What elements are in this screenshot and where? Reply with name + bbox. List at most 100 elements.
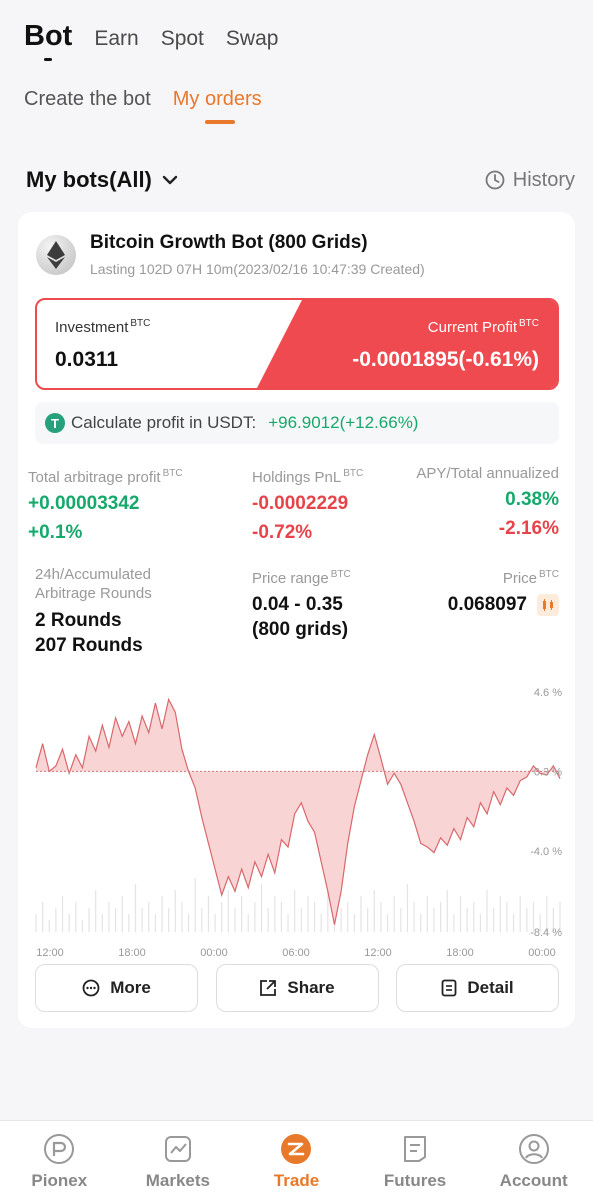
stat-value: +0.00003342 bbox=[28, 493, 140, 514]
usdt-value: +96.9012(+12.66%) bbox=[268, 413, 419, 432]
profit-panel-bg bbox=[257, 300, 557, 388]
stat-value: 2 Rounds bbox=[35, 610, 122, 631]
volume-bar bbox=[42, 902, 44, 932]
more-button[interactable]: More bbox=[35, 964, 198, 1012]
nav-label: Futures bbox=[383, 1171, 447, 1190]
investment-value: 0.0311 bbox=[55, 348, 119, 371]
nav-pionex[interactable]: Pionex bbox=[0, 1121, 119, 1200]
volume-bar bbox=[466, 908, 468, 932]
stat-price-range: Price range BTC 0.04 - 0.35 (800 grids) bbox=[252, 565, 351, 641]
tab-earn[interactable]: Earn bbox=[94, 27, 138, 51]
volume-bar bbox=[459, 896, 462, 932]
volume-bar bbox=[134, 884, 137, 932]
stat-label: 24h/Accumulated Arbitrage Rounds bbox=[35, 566, 152, 602]
volume-bar bbox=[294, 890, 296, 932]
share-icon bbox=[260, 980, 277, 996]
usdt-label: Calculate profit in USDT: bbox=[71, 413, 257, 432]
volume-bar bbox=[260, 884, 263, 932]
detail-button[interactable]: Detail bbox=[396, 964, 559, 1012]
stat-apy: APY/Total annualized 0.38% -2.16% bbox=[416, 464, 559, 540]
volume-bar bbox=[234, 908, 236, 932]
volume-bar bbox=[128, 914, 130, 932]
nav-account[interactable]: Account bbox=[474, 1121, 593, 1200]
y-tick-label: 0.3 % bbox=[534, 766, 562, 778]
top-tab-bar: Bot Earn Spot Swap bbox=[24, 20, 279, 61]
ethereum-coin-icon bbox=[36, 234, 76, 275]
nav-futures[interactable]: Futures bbox=[356, 1121, 475, 1200]
more-icon bbox=[82, 979, 100, 997]
volume-bar bbox=[95, 890, 97, 932]
x-tick-label: 00:00 bbox=[528, 947, 556, 959]
candlestick-icon[interactable] bbox=[537, 594, 559, 616]
volume-bar bbox=[519, 896, 521, 932]
nav-label: Markets bbox=[145, 1171, 211, 1190]
volume-bar bbox=[214, 914, 216, 932]
volume-bar bbox=[373, 890, 375, 932]
volume-bar bbox=[280, 902, 283, 932]
stat-value: 0.04 - 0.35 bbox=[252, 594, 343, 615]
markets-chart-icon bbox=[164, 1136, 191, 1162]
volume-bar bbox=[75, 902, 77, 932]
bot-name: Bitcoin Growth Bot (800 Grids) bbox=[90, 232, 368, 253]
stat-value-pct: +0.1% bbox=[28, 522, 83, 543]
volume-bar bbox=[406, 884, 409, 932]
current-profit-label: Current Profit BTC bbox=[427, 318, 539, 336]
investment-label: Investment BTC bbox=[55, 318, 151, 336]
volume-bar bbox=[386, 914, 389, 932]
volume-bar bbox=[121, 896, 123, 932]
volume-bar bbox=[426, 896, 428, 932]
volume-bar bbox=[493, 908, 495, 932]
tab-swap[interactable]: Swap bbox=[226, 27, 279, 51]
volume-bar bbox=[453, 914, 455, 932]
stat-value-total: 207 Rounds bbox=[35, 635, 143, 656]
volume-bar bbox=[114, 908, 117, 932]
tab-my-orders[interactable]: My orders bbox=[173, 88, 262, 124]
volume-bar bbox=[313, 902, 316, 932]
volume-bar bbox=[181, 902, 183, 932]
bots-filter-dropdown[interactable]: My bots(All) bbox=[26, 167, 178, 193]
clock-icon bbox=[485, 170, 505, 190]
tab-spot[interactable]: Spot bbox=[161, 27, 204, 51]
stat-label: Holdings PnL BTC bbox=[252, 468, 364, 486]
tab-bot[interactable]: Bot bbox=[24, 20, 72, 61]
detail-label: Detail bbox=[467, 978, 514, 997]
current-profit-value: -0.0001895(-0.61%) bbox=[352, 348, 539, 371]
volume-bar bbox=[154, 914, 156, 932]
share-label: Share bbox=[287, 978, 335, 997]
stat-holdings-pnl: Holdings PnL BTC -0.0002229 -0.72% bbox=[252, 464, 363, 544]
volume-bar bbox=[168, 908, 170, 932]
volume-bar bbox=[479, 914, 482, 932]
stat-value-pct: -2.16% bbox=[498, 518, 559, 539]
stat-value: -0.0002229 bbox=[252, 493, 349, 514]
volume-bar bbox=[227, 890, 229, 932]
volume-bar bbox=[267, 908, 269, 932]
y-tick-label: 4.6 % bbox=[534, 687, 562, 699]
nav-label: Pionex bbox=[31, 1171, 88, 1190]
volume-bar bbox=[526, 908, 528, 932]
volume-bar bbox=[194, 878, 196, 932]
history-button[interactable]: History bbox=[485, 169, 575, 192]
stat-label: Total arbitrage profit BTC bbox=[28, 468, 183, 486]
x-tick-label: 18:00 bbox=[446, 947, 474, 959]
usdt-profit-row[interactable]: T Calculate profit in USDT: +96.9012(+12… bbox=[35, 402, 559, 444]
volume-bar bbox=[68, 914, 70, 932]
volume-bar bbox=[48, 920, 50, 932]
stat-value-grids: (800 grids) bbox=[252, 619, 349, 640]
share-button[interactable]: Share bbox=[215, 964, 379, 1012]
x-tick-label: 12:00 bbox=[36, 947, 64, 959]
bots-header: My bots(All) History bbox=[26, 165, 575, 195]
nav-trade[interactable]: Trade bbox=[237, 1121, 356, 1200]
volume-bar bbox=[148, 902, 150, 932]
volume-bar bbox=[367, 908, 369, 932]
pionex-icon bbox=[44, 1134, 75, 1164]
tab-create-bot[interactable]: Create the bot bbox=[24, 88, 151, 111]
x-tick-label: 00:00 bbox=[200, 947, 228, 959]
stat-value-pct: -0.72% bbox=[252, 522, 313, 543]
volume-bar bbox=[512, 914, 515, 932]
nav-markets[interactable]: Markets bbox=[119, 1121, 238, 1200]
volume-bar bbox=[473, 902, 475, 932]
more-label: More bbox=[110, 978, 151, 997]
volume-bar bbox=[393, 896, 395, 932]
bots-title: My bots(All) bbox=[26, 167, 152, 192]
chevron-down-icon bbox=[162, 175, 178, 185]
